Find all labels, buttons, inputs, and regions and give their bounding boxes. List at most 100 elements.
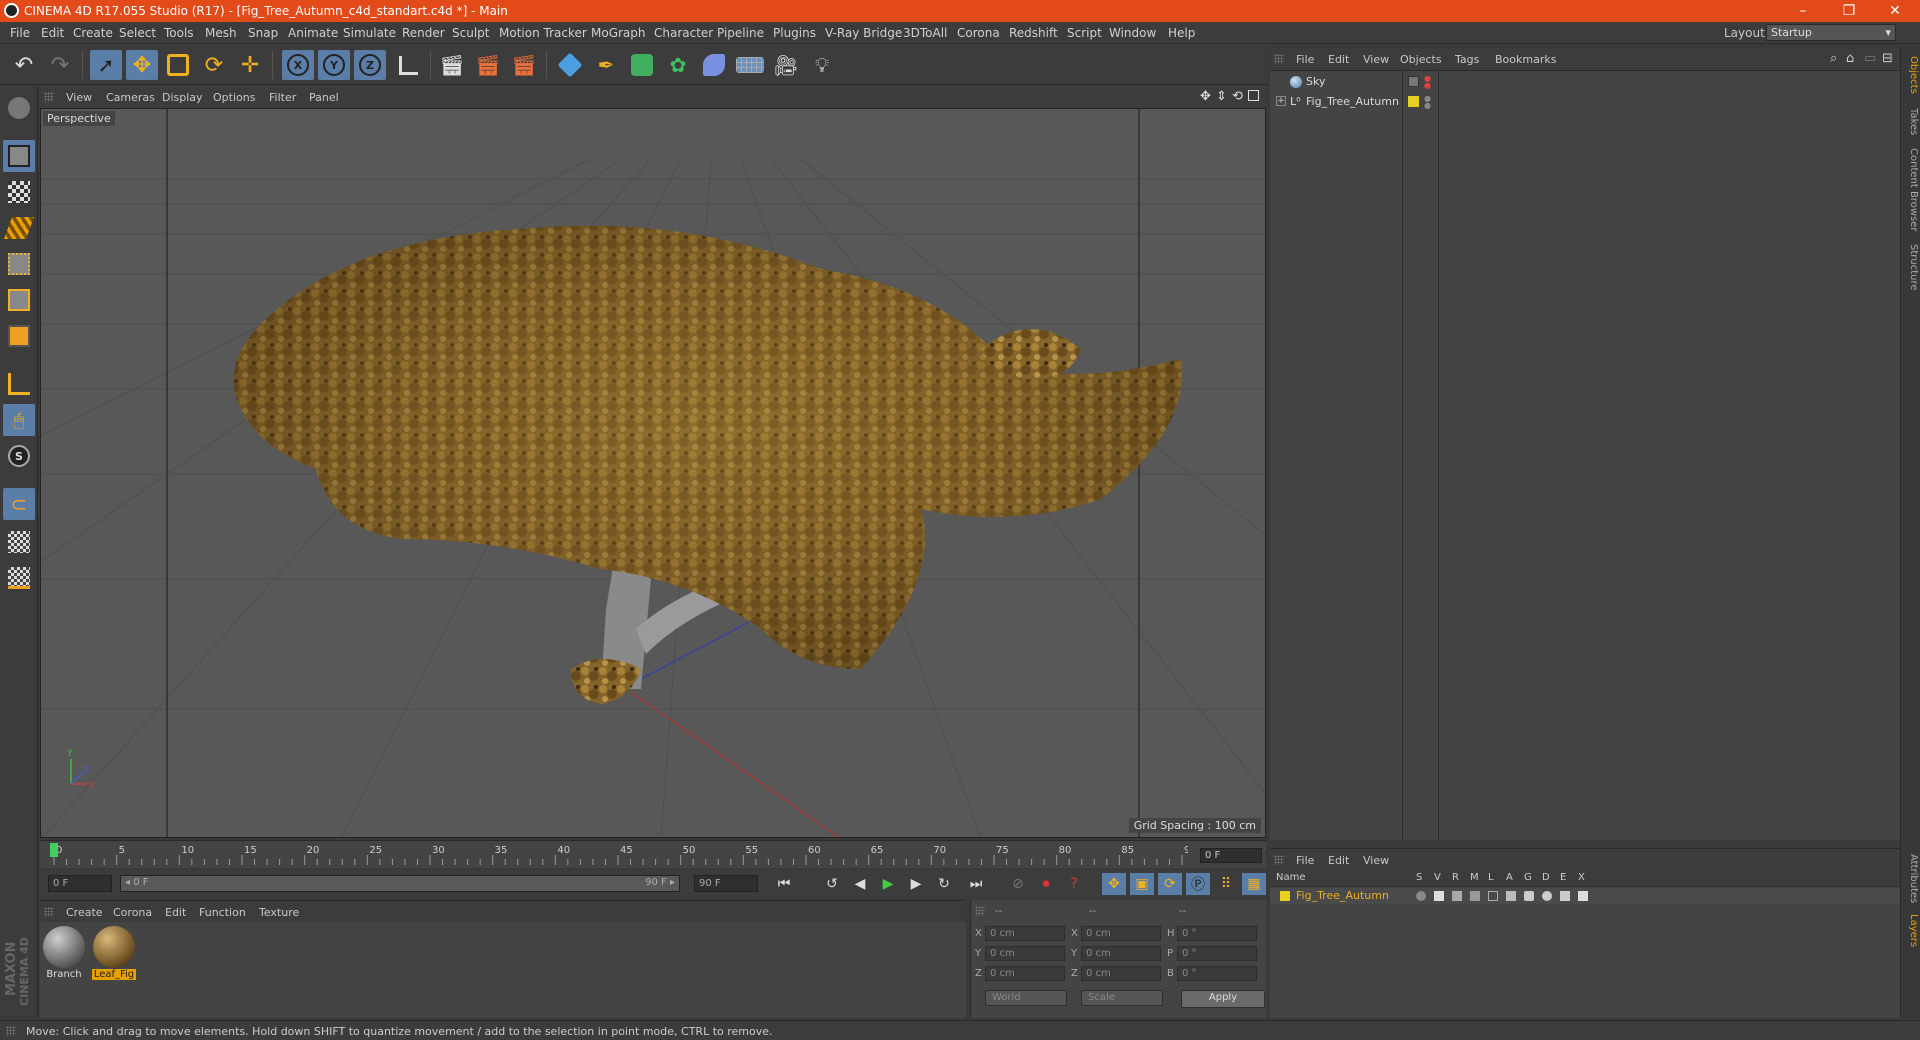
locked-workplane-button[interactable] (3, 526, 35, 558)
points-mode-button[interactable] (3, 248, 35, 280)
menu-script[interactable]: Script (1067, 26, 1102, 40)
menu-help[interactable]: Help (1168, 26, 1195, 40)
axis-mode-button[interactable] (3, 368, 35, 400)
start-frame-field[interactable]: 0 F (48, 875, 112, 892)
timeline-ruler[interactable]: 051015202530354045505560657075808590 0 F (40, 840, 1266, 868)
current-frame-field[interactable]: 0 F (1200, 848, 1262, 863)
rot-b-field[interactable]: 0 ° (1177, 966, 1257, 981)
size-mode-dropdown[interactable]: Scale (1081, 990, 1163, 1006)
last-tool-button[interactable]: ✛ (234, 50, 266, 80)
expression-toggle-icon[interactable] (1560, 891, 1570, 901)
viewport-menu-display[interactable]: Display (162, 91, 203, 104)
layer-tag-icon[interactable] (1408, 76, 1419, 87)
menu-file[interactable]: File (10, 26, 30, 40)
column-xref[interactable]: X (1578, 872, 1585, 883)
coordinate-space-dropdown[interactable]: World (985, 990, 1067, 1006)
menu-select[interactable]: Select (119, 26, 156, 40)
rot-p-field[interactable]: 0 ° (1177, 946, 1257, 961)
planar-workplane-button[interactable] (3, 562, 35, 594)
tweak-mode-button[interactable]: 🖱︎ (3, 404, 35, 436)
model-mode-button[interactable] (3, 140, 35, 172)
menu-vray-bridge[interactable]: V-Ray Bridge (825, 26, 902, 40)
layer-color-swatch[interactable] (1408, 96, 1419, 107)
layer-color-swatch[interactable] (1280, 891, 1290, 901)
material-menu-texture[interactable]: Texture (259, 906, 299, 919)
edit-render-settings-button[interactable]: 🎬︎ (508, 50, 540, 80)
key-rotation-button[interactable]: ⟳ (1158, 873, 1182, 895)
tab-objects[interactable]: Objects (1903, 56, 1919, 94)
goto-start-button[interactable]: ⏮︎ (772, 873, 796, 895)
perspective-viewport[interactable]: Y X Z Perspective Grid Spacing : 100 cm (40, 108, 1266, 838)
move-tool-button[interactable]: ✥ (126, 50, 158, 80)
rot-h-field[interactable]: 0 ° (1177, 926, 1257, 941)
menu-snap[interactable]: Snap (248, 26, 278, 40)
om-menu-tags[interactable]: Tags (1455, 53, 1479, 66)
material-menu-edit[interactable]: Edit (165, 906, 186, 919)
subdivision-surface-button[interactable] (626, 50, 658, 80)
home-icon[interactable]: ⌂ (1846, 51, 1854, 66)
cube-object-button[interactable] (554, 50, 586, 80)
keyframe-selection-button[interactable]: ? (1062, 873, 1086, 895)
panel-grip-icon[interactable] (1274, 54, 1284, 64)
menu-3dtoall[interactable]: 3DToAll (903, 26, 947, 40)
panel-grip-icon[interactable] (44, 92, 54, 102)
viewport-rotate-icon[interactable]: ⟲ (1232, 89, 1243, 104)
column-locked[interactable]: L (1488, 872, 1494, 883)
viewport-menu-options[interactable]: Options (213, 91, 255, 104)
menu-simulate[interactable]: Simulate (343, 26, 396, 40)
magnet-button[interactable]: ⊂ (3, 488, 35, 520)
material-menu-function[interactable]: Function (199, 906, 246, 919)
key-pla-button[interactable]: ⠿ (1214, 873, 1238, 895)
material-menu-create[interactable]: Create (66, 906, 103, 919)
tab-layers[interactable]: Layers (1903, 914, 1919, 947)
preview-range-slider[interactable]: ◂ 0 F 90 F ▸ (120, 875, 680, 892)
column-solo[interactable]: S (1416, 872, 1422, 883)
menu-mograph[interactable]: MoGraph (591, 26, 646, 40)
menu-edit[interactable]: Edit (41, 26, 64, 40)
x-axis-lock-button[interactable]: X (282, 50, 314, 80)
animation-toggle-icon[interactable] (1506, 891, 1516, 901)
column-expressions[interactable]: E (1560, 872, 1566, 883)
pos-x-field[interactable]: 0 cm (985, 926, 1065, 941)
size-z-field[interactable]: 0 cm (1081, 966, 1161, 981)
minimize-button[interactable]: – (1780, 0, 1826, 22)
viewport-menu-view[interactable]: View (66, 91, 92, 104)
menu-window[interactable]: Window (1109, 26, 1156, 40)
menu-render[interactable]: Render (402, 26, 445, 40)
render-toggle-icon[interactable] (1452, 891, 1462, 901)
menu-mesh[interactable]: Mesh (205, 26, 237, 40)
viewport-pan-icon[interactable]: ✥ (1200, 89, 1211, 104)
menu-motion-tracker[interactable]: Motion Tracker (499, 26, 587, 40)
menu-pipeline[interactable]: Pipeline (717, 26, 764, 40)
column-manager[interactable]: M (1470, 872, 1479, 883)
menu-sculpt[interactable]: Sculpt (452, 26, 489, 40)
xref-toggle-icon[interactable] (1578, 891, 1588, 901)
column-deformers[interactable]: D (1542, 872, 1550, 883)
viewport-zoom-icon[interactable]: ⇕ (1216, 89, 1227, 104)
texture-mode-button[interactable] (3, 176, 35, 208)
close-button[interactable]: ✕ (1872, 0, 1918, 22)
menu-redshift[interactable]: Redshift (1009, 26, 1058, 40)
column-view[interactable]: V (1434, 872, 1441, 883)
lm-menu-view[interactable]: View (1363, 854, 1389, 867)
redo-button[interactable]: ↷ (44, 50, 76, 80)
object-row-sky[interactable]: Sky ● ● (1270, 73, 1900, 91)
solo-toggle-icon[interactable] (1416, 891, 1426, 901)
generator-toggle-icon[interactable] (1524, 891, 1534, 901)
maximize-button[interactable]: ❐ (1826, 0, 1872, 22)
material-menu-corona[interactable]: Corona (113, 906, 152, 919)
next-key-button[interactable]: ↻ (932, 873, 956, 895)
menu-animate[interactable]: Animate (288, 26, 338, 40)
viewport-menu-filter[interactable]: Filter (269, 91, 296, 104)
material-leaf-fig[interactable]: Leaf_Fig (92, 926, 136, 982)
coordinate-system-button[interactable] (392, 50, 424, 80)
viewport-menu-panel[interactable]: Panel (309, 91, 339, 104)
deformer-toggle-icon[interactable] (1542, 891, 1552, 901)
pos-y-field[interactable]: 0 cm (985, 946, 1065, 961)
size-x-field[interactable]: 0 cm (1081, 926, 1161, 941)
floor-button[interactable] (734, 50, 766, 80)
previous-key-button[interactable]: ↺ (820, 873, 844, 895)
column-generators[interactable]: G (1524, 872, 1532, 883)
lm-menu-edit[interactable]: Edit (1328, 854, 1349, 867)
material-branch[interactable]: Branch (42, 926, 86, 982)
